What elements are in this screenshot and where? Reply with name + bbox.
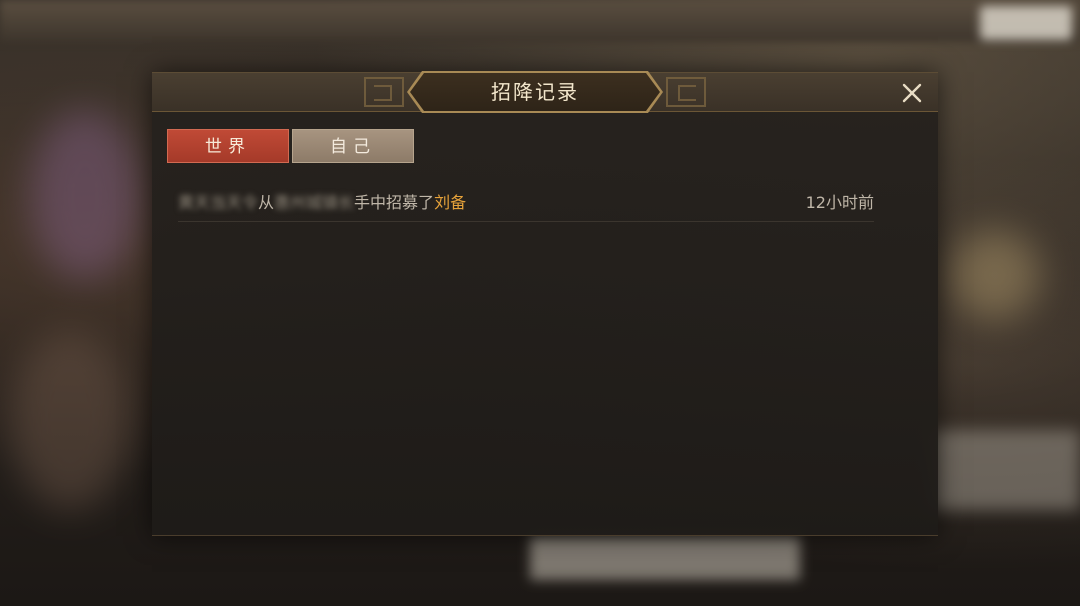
record-text-from: 从 — [258, 193, 275, 212]
game-screen: 招降记录 世界 自己 黄天当天令从惠州城镇长手中招募了刘备 12小时前 — [0, 0, 1080, 606]
recruit-record-dialog: 招降记录 世界 自己 黄天当天令从惠州城镇长手中招募了刘备 12小时前 — [152, 71, 938, 536]
background-character-blur — [10, 330, 130, 510]
background-lamp-blur — [950, 230, 1040, 320]
record-text-action: 手中招募了 — [354, 193, 435, 212]
background-button-blurred — [980, 6, 1072, 40]
dialog-title: 招降记录 — [491, 80, 579, 104]
record-row: 黄天当天令从惠州城镇长手中招募了刘备 12小时前 — [178, 181, 874, 222]
close-button[interactable] — [898, 79, 926, 107]
record-time: 12小时前 — [805, 193, 874, 212]
background-character-blur — [30, 110, 140, 280]
owner-name-obscured: 惠州城镇长 — [274, 193, 355, 212]
background-top-bar — [0, 0, 1080, 42]
hero-name[interactable]: 刘备 — [434, 193, 466, 212]
tab-world[interactable]: 世界 — [167, 129, 289, 163]
ornament-right-icon — [666, 77, 706, 107]
tab-self[interactable]: 自己 — [292, 129, 414, 163]
dialog-header: 招降记录 — [152, 71, 938, 113]
background-bar-blurred — [530, 536, 800, 580]
background-panel-blurred — [930, 430, 1080, 510]
player-name-obscured: 黄天当天令 — [178, 193, 259, 212]
record-message: 黄天当天令从惠州城镇长手中招募了刘备 — [178, 189, 466, 213]
ornament-left-icon — [364, 77, 404, 107]
close-icon — [902, 83, 922, 103]
